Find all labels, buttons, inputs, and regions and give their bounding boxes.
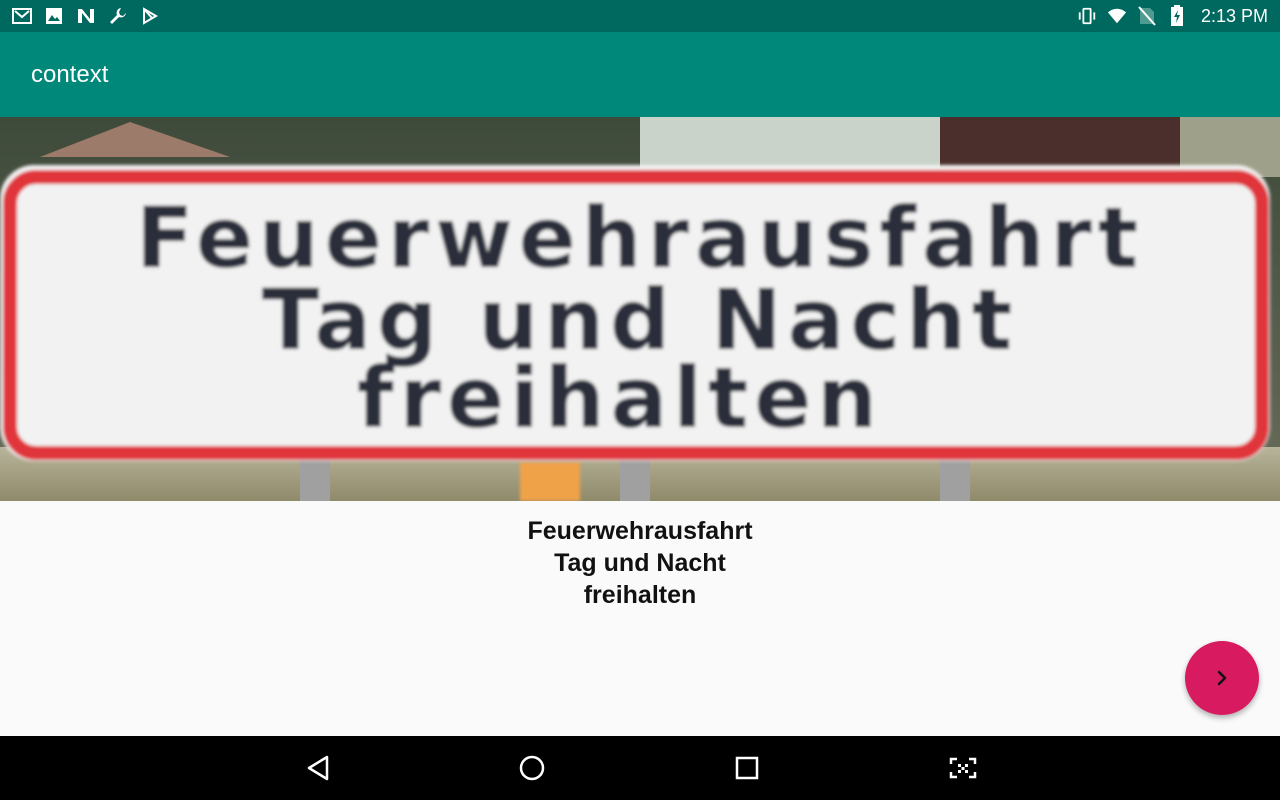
caption-line-2: Tag und Nacht: [554, 549, 726, 577]
recognized-text: Feuerwehrausfahrt Tag und Nacht freihalt…: [0, 515, 1280, 611]
status-bar: 2:13 PM: [0, 0, 1280, 32]
back-button[interactable]: [300, 750, 336, 786]
wrench-icon: [108, 6, 128, 26]
chevron-right-icon: [1217, 670, 1227, 686]
n-app-icon: [76, 6, 96, 26]
home-button[interactable]: [514, 750, 550, 786]
content-area: Feuerwehrausfahrt Tag und Nacht freihalt…: [0, 501, 1280, 736]
page-title: context: [31, 60, 109, 88]
play-store-icon: [140, 6, 160, 26]
caption-line-1: Feuerwehrausfahrt: [527, 517, 753, 545]
gmail-icon: [12, 6, 32, 26]
caption-line-3: freihalten: [583, 581, 697, 609]
status-left-icons: [0, 6, 160, 26]
app-bar: context: [0, 32, 1280, 117]
sign-photo-image: Feuerwehrausfahrt Tag und Nacht freihalt…: [0, 117, 1280, 501]
recents-icon: [735, 756, 759, 780]
navigation-bar: [0, 736, 1280, 800]
sign-text-line-3: freihalten: [357, 349, 883, 447]
wifi-icon: [1107, 6, 1127, 26]
status-right-icons: 2:13 PM: [1077, 5, 1280, 27]
next-button[interactable]: [1185, 641, 1259, 715]
home-icon: [519, 755, 545, 781]
sign-photo: Feuerwehrausfahrt Tag und Nacht freihalt…: [0, 117, 1280, 501]
battery-charging-icon: [1167, 5, 1187, 26]
recents-button[interactable]: [729, 750, 765, 786]
screenshot-icon: [949, 757, 977, 779]
status-time: 2:13 PM: [1200, 5, 1268, 26]
image-icon: [44, 6, 64, 26]
no-sim-icon: [1137, 6, 1157, 26]
screenshot-button[interactable]: [945, 750, 981, 786]
back-icon: [307, 755, 329, 781]
vibrate-icon: [1077, 6, 1097, 26]
